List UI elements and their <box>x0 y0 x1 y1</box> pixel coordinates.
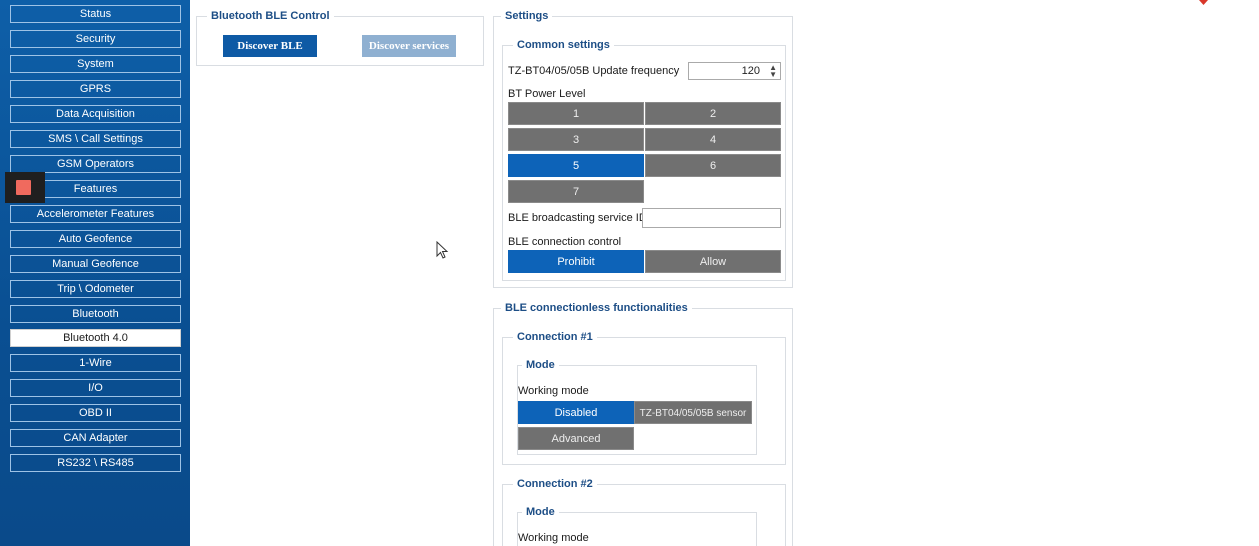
connection-1-working-mode-label: Working mode <box>518 385 589 397</box>
sidebar-item-accelerometer-features[interactable]: Accelerometer Features <box>10 205 181 223</box>
stop-record-icon[interactable] <box>16 180 31 195</box>
spinner-icon[interactable]: ▲ ▼ <box>767 64 777 79</box>
sidebar-item-io[interactable]: I/O <box>10 379 181 397</box>
connection-control-label: BLE connection control <box>508 236 622 248</box>
power-level-6[interactable]: 6 <box>645 154 781 177</box>
discover-ble-button[interactable]: Discover BLE <box>223 35 317 57</box>
update-frequency-input[interactable]: 120 ▲ ▼ <box>688 62 781 80</box>
connection-1-group: Connection #1 Mode Working mode Disabled… <box>502 331 786 465</box>
service-id-label: BLE broadcasting service ID <box>508 212 647 224</box>
sidebar-item-security[interactable]: Security <box>10 30 181 48</box>
settings-title: Settings <box>501 10 553 22</box>
sidebar-item-obd-ii[interactable]: OBD II <box>10 404 181 422</box>
connection-1-title: Connection #1 <box>513 331 597 343</box>
sidebar-item-bluetooth-4[interactable]: Bluetooth 4.0 <box>10 329 181 347</box>
power-level-4[interactable]: 4 <box>645 128 781 151</box>
ble-control-title: Bluetooth BLE Control <box>207 10 334 22</box>
connection-1-sensor-button[interactable]: TZ-BT04/05/05B sensor <box>634 401 752 424</box>
power-level-5[interactable]: 5 <box>508 154 644 177</box>
connection-2-title: Connection #2 <box>513 478 597 490</box>
ble-control-group: Bluetooth BLE Control Discover BLE Disco… <box>196 10 484 66</box>
connection-2-mode-group: Mode Working mode <box>517 506 757 546</box>
sidebar-item-bluetooth[interactable]: Bluetooth <box>10 305 181 323</box>
sidebar-item-trip-odometer[interactable]: Trip \ Odometer <box>10 280 181 298</box>
sidebar-item-system[interactable]: System <box>10 55 181 73</box>
bt-power-level-label: BT Power Level <box>508 88 586 100</box>
common-settings-title: Common settings <box>513 39 614 51</box>
connection-1-mode-group: Mode Working mode Disabled TZ-BT04/05/05… <box>517 359 757 455</box>
sidebar-item-sms-call-settings[interactable]: SMS \ Call Settings <box>10 130 181 148</box>
common-settings-group: Common settings TZ-BT04/05/05B Update fr… <box>502 39 786 281</box>
discover-services-button[interactable]: Discover services <box>362 35 456 57</box>
prohibit-button[interactable]: Prohibit <box>508 250 644 273</box>
allow-button[interactable]: Allow <box>645 250 781 273</box>
power-level-7[interactable]: 7 <box>508 180 644 203</box>
power-level-3[interactable]: 3 <box>508 128 644 151</box>
connection-2-mode-title: Mode <box>522 506 559 518</box>
red-chevron-icon <box>1199 0 1208 5</box>
record-overlay <box>5 172 45 203</box>
sidebar-item-auto-geofence[interactable]: Auto Geofence <box>10 230 181 248</box>
sidebar-item-1-wire[interactable]: 1-Wire <box>10 354 181 372</box>
connectionless-group: BLE connectionless functionalities Conne… <box>493 302 793 546</box>
sidebar-item-gprs[interactable]: GPRS <box>10 80 181 98</box>
update-frequency-value: 120 <box>741 65 760 77</box>
sidebar: Status Security System GPRS Data Acquisi… <box>0 0 190 546</box>
power-level-2[interactable]: 2 <box>645 102 781 125</box>
sidebar-item-manual-geofence[interactable]: Manual Geofence <box>10 255 181 273</box>
connection-1-mode-title: Mode <box>522 359 559 371</box>
connection-2-working-mode-label: Working mode <box>518 532 589 544</box>
power-level-1[interactable]: 1 <box>508 102 644 125</box>
sidebar-item-status[interactable]: Status <box>10 5 181 23</box>
settings-group: Settings Common settings TZ-BT04/05/05B … <box>493 10 793 288</box>
sidebar-item-can-adapter[interactable]: CAN Adapter <box>10 429 181 447</box>
sidebar-item-gsm-operators[interactable]: GSM Operators <box>10 155 181 173</box>
connection-1-disabled-button[interactable]: Disabled <box>518 401 634 424</box>
connection-1-advanced-button[interactable]: Advanced <box>518 427 634 450</box>
mouse-cursor-icon <box>436 241 449 259</box>
connectionless-title: BLE connectionless functionalities <box>501 302 692 314</box>
sidebar-item-data-acquisition[interactable]: Data Acquisition <box>10 105 181 123</box>
sidebar-item-rs232-rs485[interactable]: RS232 \ RS485 <box>10 454 181 472</box>
connection-2-group: Connection #2 Mode Working mode <box>502 478 786 546</box>
update-frequency-label: TZ-BT04/05/05B Update frequency <box>508 65 680 77</box>
service-id-input[interactable] <box>642 208 781 228</box>
